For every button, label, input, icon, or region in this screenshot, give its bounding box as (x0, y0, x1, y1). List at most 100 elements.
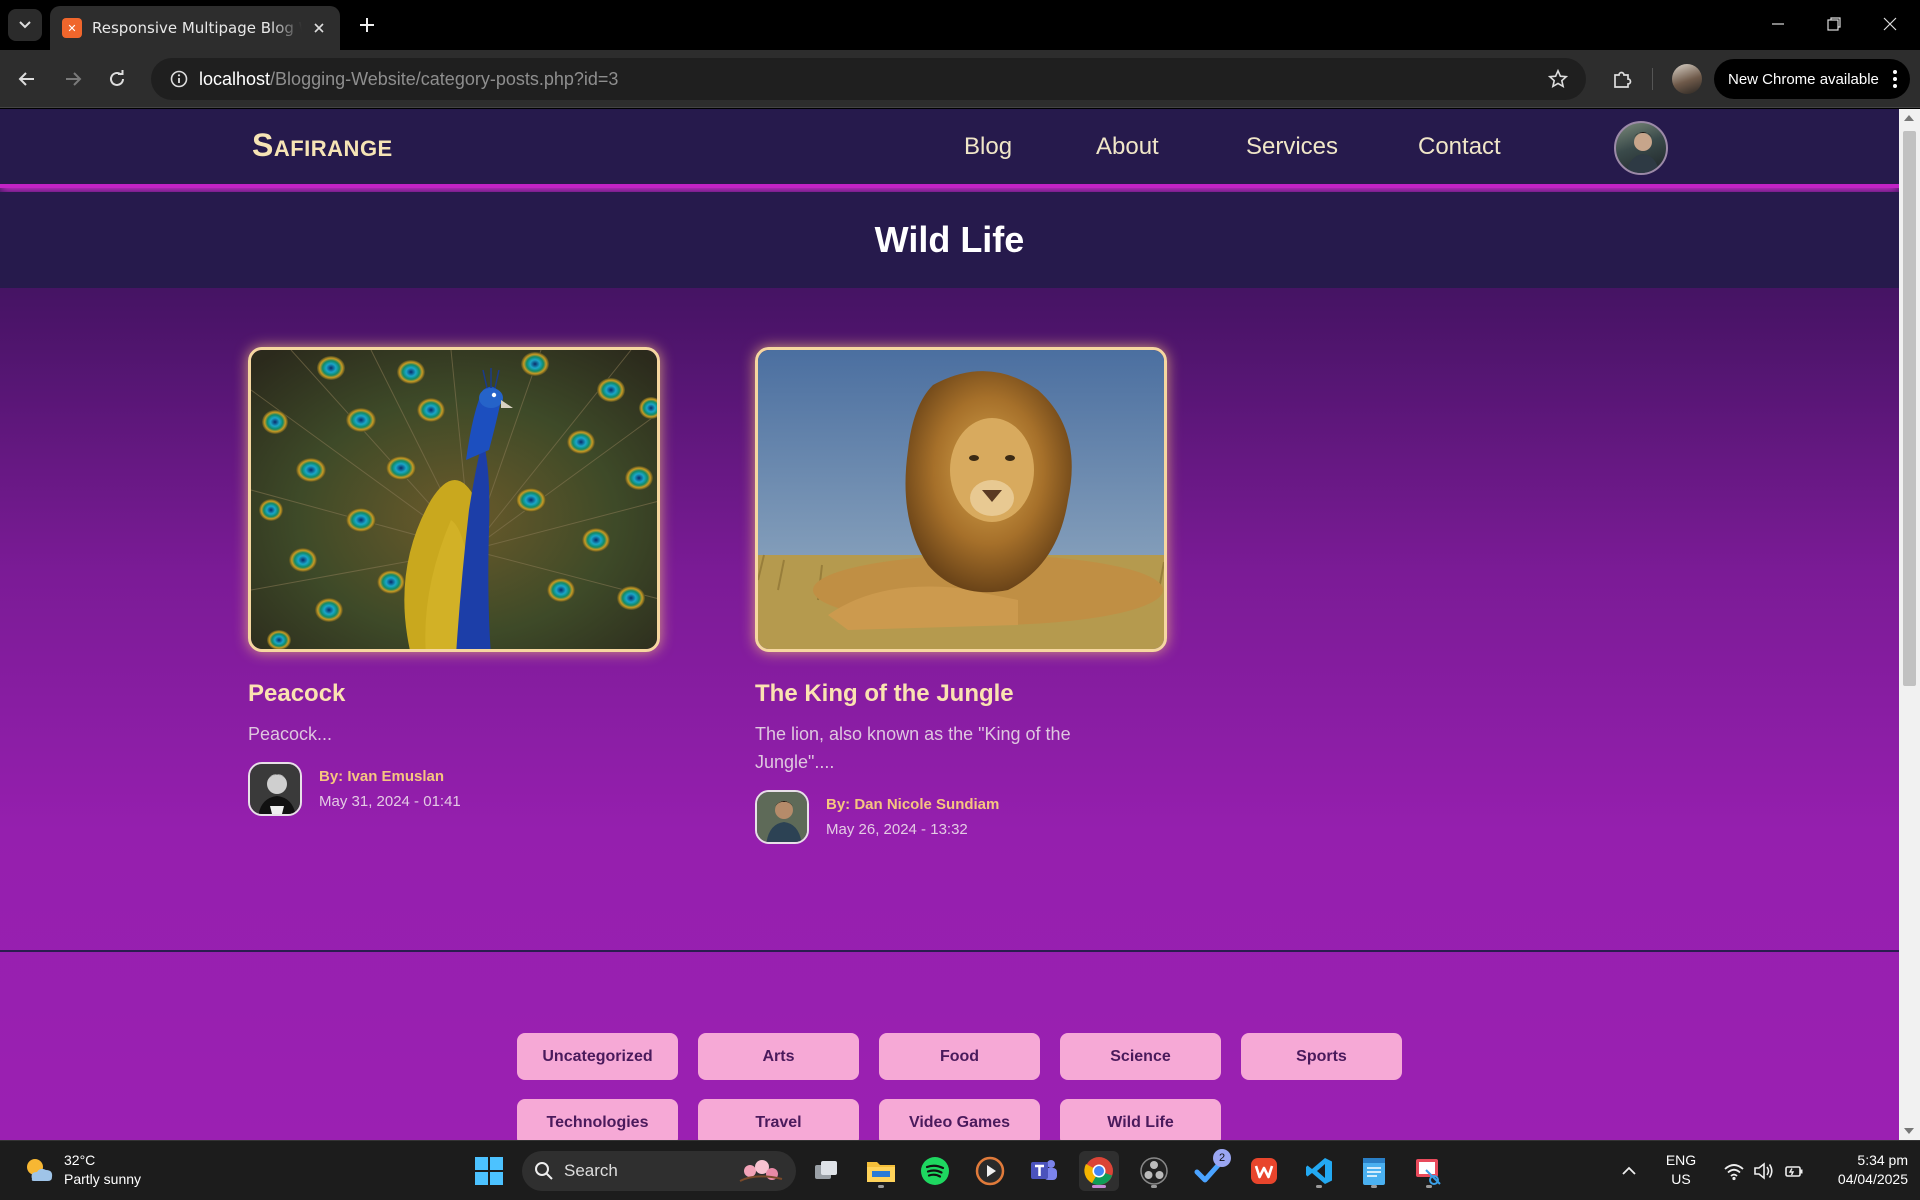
tab-close-button[interactable] (308, 17, 330, 39)
minimize-button[interactable] (1750, 0, 1806, 48)
category-title-band: Wild Life (0, 192, 1899, 288)
task-view-button[interactable] (806, 1151, 846, 1191)
post-title[interactable]: The King of the Jungle (755, 680, 1167, 708)
nav-link-services[interactable]: Services (1246, 133, 1338, 161)
reload-button[interactable] (100, 62, 134, 96)
play-circle-icon (975, 1156, 1005, 1186)
nav-link-blog[interactable]: Blog (964, 133, 1012, 161)
site-info-button[interactable] (159, 58, 199, 100)
obs-icon (1140, 1157, 1168, 1185)
post-thumbnail-peacock[interactable] (248, 347, 660, 652)
url-text[interactable]: localhost/Blogging-Website/category-post… (199, 69, 618, 90)
media-player-button[interactable] (970, 1151, 1010, 1191)
post-date: May 31, 2024 - 01:41 (319, 793, 461, 810)
new-tab-button[interactable] (352, 10, 382, 40)
cherry-blossom-icon (739, 1160, 783, 1182)
site-logo[interactable]: Safirange (252, 127, 393, 164)
page-scrollbar[interactable] (1899, 109, 1920, 1140)
file-explorer-button[interactable] (861, 1151, 901, 1191)
profile-avatar[interactable] (1672, 64, 1702, 94)
category-button-arts[interactable]: Arts (698, 1033, 859, 1080)
scroll-down-arrow-icon[interactable] (1904, 1128, 1914, 1134)
region-code: US (1671, 1171, 1691, 1187)
back-button[interactable] (10, 62, 44, 96)
wps-office-icon (1251, 1158, 1277, 1184)
info-icon (170, 70, 188, 88)
language-code: ENG (1665, 1152, 1697, 1168)
search-label: Search (564, 1161, 618, 1180)
post-thumbnail-lion[interactable] (755, 347, 1167, 652)
volume-icon (1754, 1162, 1773, 1180)
category-button-travel[interactable]: Travel (698, 1099, 859, 1140)
category-button-video-games[interactable]: Video Games (879, 1099, 1040, 1140)
chevron-down-icon (19, 21, 31, 29)
tab-search-button[interactable] (8, 9, 42, 41)
post-author: By: Ivan Emuslan May 31, 2024 - 01:41 (248, 762, 660, 816)
restore-button[interactable] (1806, 0, 1862, 48)
toolbar-separator (1652, 68, 1653, 90)
obs-button[interactable] (1134, 1151, 1174, 1191)
taskbar-search[interactable]: Search (522, 1151, 796, 1191)
clock[interactable]: 5:34 pm 04/04/2025 (1812, 1151, 1908, 1189)
vscode-button[interactable] (1299, 1151, 1339, 1191)
wifi-icon (1724, 1164, 1744, 1181)
snipping-tool-button[interactable] (1409, 1151, 1449, 1191)
close-icon (314, 23, 324, 33)
url-path: /Blogging-Website/category-posts.php?id=… (270, 68, 619, 89)
extensions-button[interactable] (1605, 62, 1639, 96)
teams-button[interactable] (1024, 1151, 1064, 1191)
peacock-image (251, 350, 657, 649)
start-button[interactable] (469, 1151, 509, 1191)
vscode-icon (1306, 1158, 1332, 1184)
post-author: By: Dan Nicole Sundiam May 26, 2024 - 13… (755, 790, 1167, 844)
wps-office-button[interactable] (1244, 1151, 1284, 1191)
section-divider (0, 950, 1899, 952)
lion-image (758, 350, 1164, 649)
person-silhouette-icon (1626, 132, 1660, 173)
scroll-up-arrow-icon[interactable] (1904, 115, 1914, 121)
quick-settings-button[interactable] (1714, 1151, 1814, 1191)
user-avatar[interactable] (1614, 121, 1668, 175)
spotify-button[interactable] (915, 1151, 955, 1191)
todo-button[interactable]: 2 (1189, 1149, 1231, 1191)
close-window-button[interactable] (1862, 0, 1918, 48)
author-name[interactable]: By: Ivan Emuslan (319, 768, 461, 785)
address-bar[interactable]: localhost/Blogging-Website/category-post… (151, 58, 1586, 100)
page-viewport: Safirange Blog About Services Contact Wi… (0, 109, 1899, 1140)
notepad-button[interactable] (1354, 1151, 1394, 1191)
nav-link-about[interactable]: About (1096, 133, 1159, 161)
update-chrome-button[interactable]: New Chrome available (1714, 59, 1910, 99)
language-indicator[interactable]: ENG US (1656, 1151, 1706, 1189)
active-indicator (1092, 1185, 1106, 1188)
post-title[interactable]: Peacock (248, 680, 660, 708)
category-button-uncategorized[interactable]: Uncategorized (517, 1033, 678, 1080)
category-button-sports[interactable]: Sports (1241, 1033, 1402, 1080)
update-chrome-label: New Chrome available (1728, 70, 1879, 88)
xampp-favicon-icon: ✕ (62, 18, 82, 38)
notepad-icon (1363, 1158, 1385, 1185)
forward-button[interactable] (56, 62, 90, 96)
author-avatar (755, 790, 809, 844)
category-button-science[interactable]: Science (1060, 1033, 1221, 1080)
notification-badge: 2 (1213, 1149, 1231, 1167)
chevron-up-icon (1622, 1166, 1636, 1175)
chrome-button[interactable] (1079, 1151, 1119, 1191)
browser-tab-active[interactable]: ✕ Responsive Multipage Blog Website (50, 6, 340, 50)
scrollbar-thumb[interactable] (1903, 131, 1916, 686)
minimize-icon (1772, 23, 1784, 25)
category-button-wild-life[interactable]: Wild Life (1060, 1099, 1221, 1140)
running-indicator (1426, 1185, 1432, 1188)
battery-icon (1785, 1166, 1803, 1177)
clock-date: 04/04/2025 (1837, 1171, 1908, 1187)
nav-link-contact[interactable]: Contact (1418, 133, 1501, 161)
url-host: localhost (199, 68, 271, 89)
star-icon (1548, 69, 1568, 89)
author-name[interactable]: By: Dan Nicole Sundiam (826, 796, 999, 813)
clock-time: 5:34 pm (1857, 1152, 1908, 1168)
restore-icon (1827, 17, 1841, 31)
category-button-food[interactable]: Food (879, 1033, 1040, 1080)
category-button-technologies[interactable]: Technologies (517, 1099, 678, 1140)
weather-widget[interactable]: 32°C Partly sunny (22, 1151, 141, 1189)
bookmark-button[interactable] (1546, 67, 1570, 91)
show-hidden-icons-button[interactable] (1612, 1151, 1646, 1191)
